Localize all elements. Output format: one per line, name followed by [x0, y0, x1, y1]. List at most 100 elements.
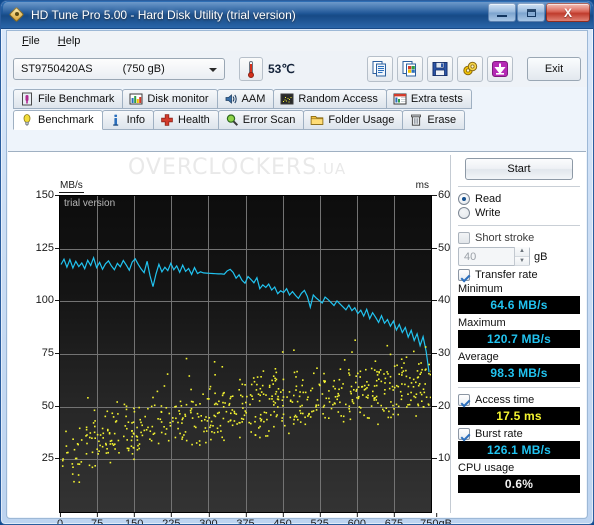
access-time-label: Access time: [475, 394, 535, 406]
thermometer-icon: [247, 60, 255, 78]
tab-health[interactable]: Health: [153, 110, 219, 130]
y-axis-tick-label: 125: [35, 241, 60, 254]
short-stroke-input-row: 40 ▲ ▼ gB: [456, 245, 582, 268]
save-button[interactable]: [427, 56, 453, 82]
title-bar: HD Tune Pro 5.00 - Hard Disk Utility (tr…: [1, 1, 593, 29]
exit-button[interactable]: Exit: [527, 57, 581, 81]
stepper-down-icon[interactable]: ▼: [515, 256, 529, 266]
maximize-button[interactable]: [517, 3, 545, 22]
write-label: Write: [475, 207, 501, 219]
exit-button-label: Exit: [544, 63, 564, 75]
tab-disk-monitor[interactable]: Disk monitor: [122, 89, 218, 109]
y2-axis-tick-label: 20: [431, 399, 451, 412]
x-axis-tick-label: 450: [273, 513, 292, 524]
benchmark-chart: MB/s ms trial version 25 50 75 100 125 150 10…: [35, 180, 455, 524]
transfer-rate-line: [60, 255, 430, 372]
short-stroke-value: 40: [464, 250, 477, 263]
update-button[interactable]: [487, 56, 513, 82]
transfer-rate-option[interactable]: Transfer rate: [456, 268, 582, 282]
y-axis-tick-label: 150: [35, 189, 60, 201]
burst-rate-option[interactable]: Burst rate: [456, 427, 582, 441]
tab-aam[interactable]: AAM: [216, 89, 275, 109]
y-axis-unit-right: ms: [415, 180, 429, 191]
tab-info[interactable]: Info: [101, 110, 154, 130]
burst-rate-label: Burst rate: [475, 428, 523, 440]
read-label: Read: [475, 193, 502, 205]
tab-label: Erase: [427, 114, 457, 126]
folder-icon: [311, 115, 324, 125]
thermometer-button[interactable]: [239, 57, 263, 81]
minimize-button[interactable]: [488, 3, 516, 22]
tab-folder-usage[interactable]: Folder Usage: [303, 110, 404, 130]
copy-image-button[interactable]: [397, 56, 423, 82]
y2-axis-tick-label: 30: [431, 347, 451, 359]
checkbox-short-stroke-icon: [458, 232, 470, 244]
tab-extra-tests[interactable]: Extra tests: [385, 89, 472, 109]
y2-axis-tick-label: 40: [431, 294, 451, 307]
cross-icon: [161, 114, 173, 126]
transfer-rate-label: Transfer rate: [475, 269, 538, 281]
tab-error-scan[interactable]: Error Scan: [217, 110, 305, 130]
trash-icon: [411, 114, 422, 126]
app-icon: [8, 6, 25, 23]
close-button[interactable]: X: [546, 3, 590, 22]
stepper-up-icon[interactable]: ▲: [515, 247, 529, 257]
tab-label: Error Scan: [242, 114, 296, 126]
write-option[interactable]: Write: [456, 206, 582, 220]
save-icon: [432, 62, 448, 76]
download-icon: [492, 61, 508, 77]
cpu-usage-label: CPU usage: [458, 462, 515, 474]
short-stroke-unit: gB: [534, 250, 548, 263]
divider: [458, 387, 580, 388]
x-axis-tick-label: 150: [125, 513, 143, 524]
read-option[interactable]: Read: [456, 192, 582, 206]
client-area: File Help ST9750420AS (750 gB) 53℃ Exit …: [6, 30, 588, 524]
x-axis-tick-label: 675: [385, 513, 403, 524]
file-benchmark-icon: [22, 92, 32, 106]
tab-label: Extra tests: [410, 93, 463, 105]
average-value: 98.3 MB/s: [458, 364, 580, 382]
drive-capacity: (750 gB): [122, 63, 165, 75]
tab-label: Info: [126, 114, 145, 126]
checkbox-burst-rate-icon: [458, 428, 470, 440]
x-axis-tick-label: 75: [91, 513, 103, 524]
access-time-option[interactable]: Access time: [456, 393, 582, 407]
short-stroke-stepper[interactable]: ▲ ▼: [514, 247, 529, 266]
short-stroke-input[interactable]: 40 ▲ ▼: [458, 247, 530, 266]
tab-row-secondary: File Benchmark Disk monitor AAM Random A…: [13, 89, 583, 109]
tab-label: Disk monitor: [147, 93, 209, 105]
menu-item-file[interactable]: File: [13, 33, 49, 49]
info-icon: [112, 114, 118, 126]
short-stroke-option[interactable]: Short stroke: [456, 231, 582, 245]
y-axis-tick-label: 25: [41, 452, 60, 465]
tab-label: Folder Usage: [328, 114, 395, 126]
scatter-icon: [280, 93, 294, 105]
checkbox-access-time-icon: [458, 394, 470, 406]
options-button[interactable]: [457, 56, 483, 82]
divider: [458, 225, 580, 226]
minimum-value: 64.6 MB/s: [458, 296, 580, 314]
toolbar: ST9750420AS (750 gB) 53℃ Exit: [7, 51, 587, 87]
copy-text-button[interactable]: [367, 56, 393, 82]
menu-item-help[interactable]: Help: [49, 33, 90, 49]
start-button[interactable]: Start: [465, 158, 573, 180]
toolbar-buttons: Exit: [367, 56, 581, 82]
x-axis-tick-label: 0: [57, 513, 63, 524]
window-title: HD Tune Pro 5.00 - Hard Disk Utility (tr…: [31, 7, 296, 22]
drive-select-dropdown[interactable]: ST9750420AS (750 gB): [13, 58, 225, 80]
tab-random-access[interactable]: Random Access: [273, 89, 387, 109]
x-axis-tick-label: 375: [236, 513, 255, 524]
tab-label: Random Access: [298, 93, 378, 105]
tab-label: File Benchmark: [38, 93, 115, 105]
tab-benchmark[interactable]: Benchmark: [13, 110, 103, 130]
gridline-vertical: [431, 196, 432, 512]
average-label: Average: [458, 351, 499, 363]
tab-file-benchmark[interactable]: File Benchmark: [13, 89, 124, 109]
watermark: OVERCLOCKERS.UA: [128, 155, 346, 180]
burst-rate-value: 126.1 MB/s: [458, 441, 580, 459]
tab-erase[interactable]: Erase: [402, 110, 466, 130]
plot-svg: [60, 255, 431, 483]
x-axis-tick-label: 750gB: [420, 513, 452, 524]
x-axis-tick-label: 525: [311, 513, 329, 524]
divider: [458, 186, 580, 187]
